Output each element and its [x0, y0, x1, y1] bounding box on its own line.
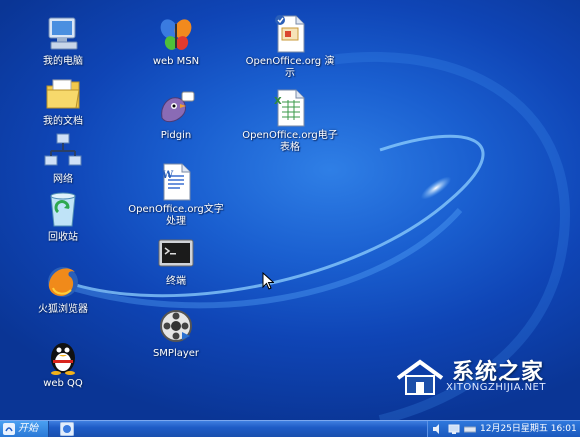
desktop-icon-label: 回收站	[48, 232, 78, 243]
desktop-icon-recycle-bin[interactable]: 回收站	[15, 190, 111, 244]
drive-icon[interactable]	[464, 423, 476, 435]
start-logo-icon	[3, 423, 15, 435]
impress-presentation-icon	[275, 15, 305, 53]
pidgin-icon	[161, 91, 195, 123]
desktop-icon-web-msn[interactable]: web MSN	[128, 14, 224, 68]
desktop-icon-label: 网络	[53, 174, 73, 185]
start-button[interactable]: 开始	[0, 421, 49, 437]
calc-spreadsheet-icon: X	[274, 89, 305, 127]
desktop-icon-label: 终端	[166, 276, 186, 287]
qq-penguin-icon	[51, 343, 75, 375]
svg-text:W: W	[161, 170, 174, 181]
desktop-icon-label: OpenOffice.org文字处理	[128, 204, 224, 227]
terminal-icon	[158, 239, 194, 267]
desktop-icon-label: 我的电脑	[43, 56, 83, 67]
desktop-icon-my-documents[interactable]: 我的文档	[15, 74, 111, 128]
taskbar-clock[interactable]: 12月25日星期五 16:01	[480, 421, 577, 437]
msn-butterfly-icon	[160, 19, 192, 50]
desktop-icon-label: 火狐浏览器	[38, 304, 88, 315]
desktop-icon-openoffice-impress[interactable]: OpenOffice.org 演示	[242, 14, 338, 80]
site-watermark: 系统之家 XITONGZHIJIA.NET	[394, 352, 574, 400]
desktop-icon-label: OpenOffice.org 演示	[245, 56, 335, 79]
recycle-bin-icon	[50, 192, 76, 227]
quick-launch-browser-icon[interactable]	[60, 422, 74, 436]
desktop-icon-label: web MSN	[152, 56, 200, 67]
watermark-url: XITONGZHIJIA.NET	[446, 382, 546, 393]
desktop-icon-my-computer[interactable]: 我的电脑	[15, 14, 111, 68]
desktop-icon-network[interactable]: 网络	[15, 132, 111, 186]
smplayer-icon	[160, 310, 192, 342]
house-logo-icon	[396, 359, 444, 395]
writer-document-icon: W	[161, 163, 191, 201]
computer-icon	[48, 17, 78, 50]
taskbar: 开始 12月25日星期五 16:01	[0, 420, 580, 437]
desktop-icon-pidgin[interactable]: Pidgin	[128, 88, 224, 142]
mouse-pointer-icon	[262, 272, 274, 290]
svg-text:X: X	[274, 96, 282, 107]
system-tray: 12月25日星期五 16:01	[427, 421, 580, 437]
desktop-icon-openoffice-writer[interactable]: W OpenOffice.org文字处理	[128, 162, 224, 228]
firefox-icon	[48, 267, 78, 297]
desktop[interactable]: 我的电脑 我的文档 网络 回收站 火狐浏览器 web QQ web MSN Pi…	[0, 0, 580, 420]
start-label: 开始	[18, 423, 38, 434]
volume-icon[interactable]	[432, 423, 444, 435]
desktop-icon-firefox[interactable]: 火狐浏览器	[15, 262, 111, 316]
desktop-icon-smplayer[interactable]: SMPlayer	[128, 306, 224, 360]
desktop-icon-label: 我的文档	[43, 116, 83, 127]
network-status-icon[interactable]	[448, 423, 460, 435]
desktop-icon-label: SMPlayer	[152, 348, 200, 359]
desktop-icon-label: web QQ	[43, 378, 83, 389]
folder-icon	[46, 79, 80, 109]
desktop-icon-terminal[interactable]: 终端	[128, 234, 224, 288]
desktop-icon-openoffice-calc[interactable]: X OpenOffice.org电子表格	[242, 88, 338, 154]
network-icon	[44, 133, 82, 166]
desktop-icon-label: OpenOffice.org电子表格	[242, 130, 338, 153]
desktop-icon-label: Pidgin	[160, 130, 192, 141]
desktop-icon-web-qq[interactable]: web QQ	[15, 336, 111, 390]
